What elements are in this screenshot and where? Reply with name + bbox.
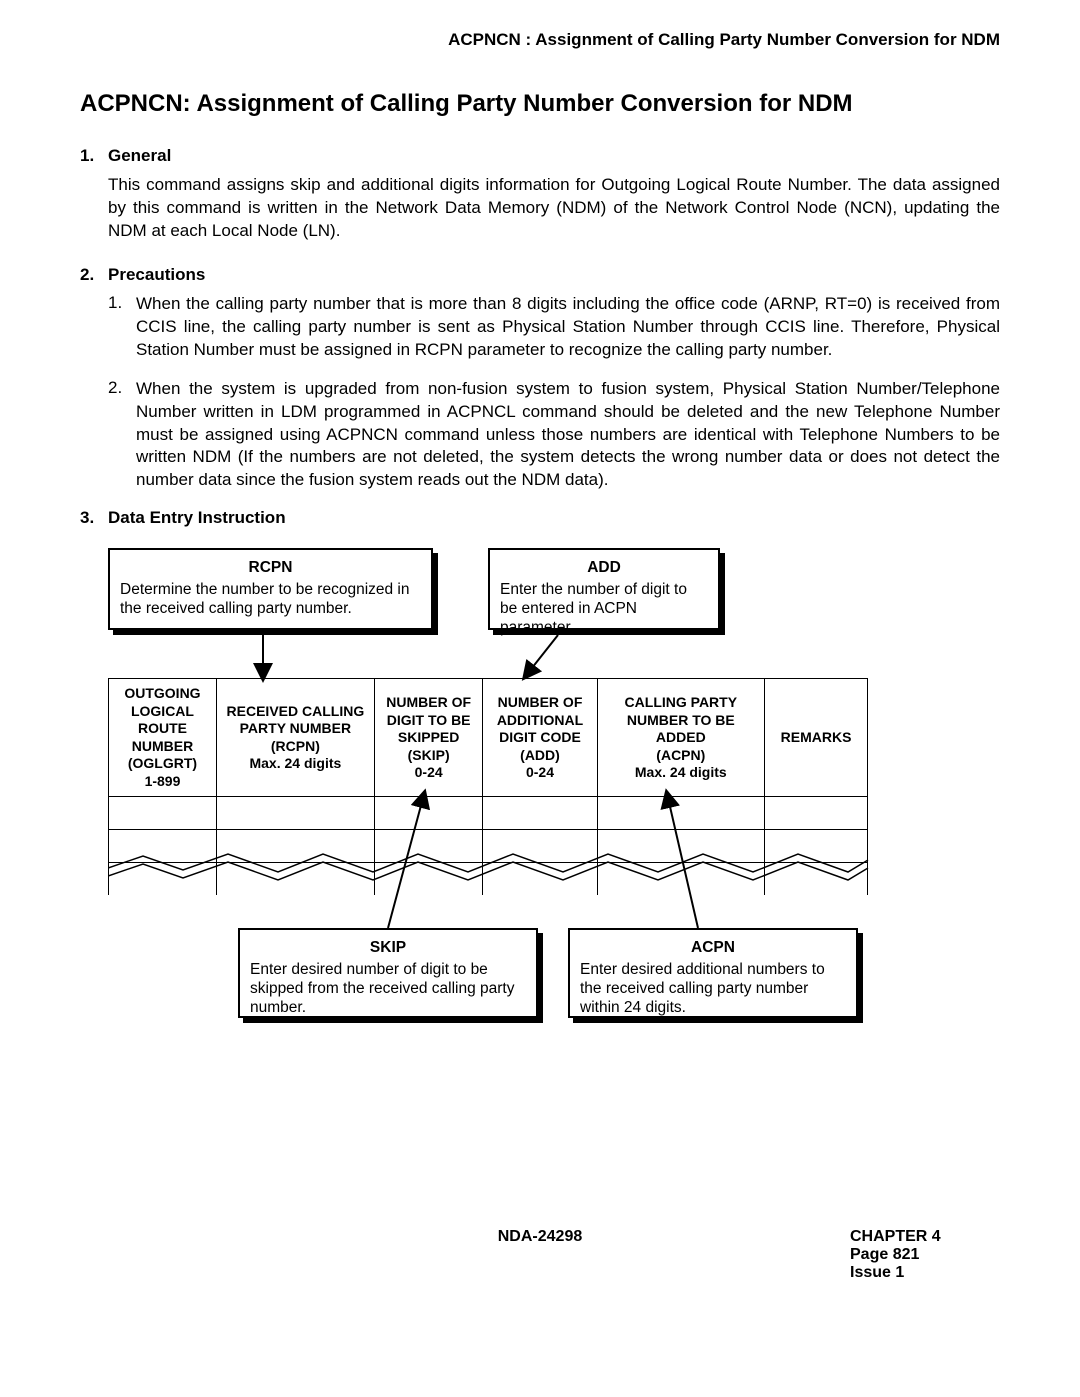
section2-num: 2.	[80, 265, 108, 285]
data-entry-diagram: RCPN Determine the number to be recogniz…	[108, 548, 978, 1108]
section3-label: Data Entry Instruction	[108, 508, 286, 528]
callout-add: ADD Enter the number of digit to be ente…	[488, 548, 720, 630]
footer-issue: Issue 1	[850, 1264, 1000, 1282]
callout-add-text: Enter the number of digit to be entered …	[500, 580, 708, 638]
th-remarks: REMARKS	[765, 679, 868, 797]
section1-num: 1.	[80, 146, 108, 166]
callout-acpn: ACPN Enter desired additional numbers to…	[568, 928, 858, 1018]
callout-rcpn: RCPN Determine the number to be recogniz…	[108, 548, 433, 630]
callout-acpn-title: ACPN	[580, 938, 846, 957]
footer-chapter: CHAPTER 4	[850, 1228, 1000, 1246]
precaution2-text: When the system is upgraded from non-fus…	[136, 378, 1000, 493]
precaution1-num: 1.	[108, 293, 136, 362]
param-table: OUTGOINGLOGICALROUTENUMBER(OGLGRT)1-899 …	[108, 678, 868, 895]
section1-text: This command assigns skip and additional…	[108, 174, 1000, 243]
callout-add-title: ADD	[500, 558, 708, 577]
precaution1-text: When the calling party number that is mo…	[136, 293, 1000, 362]
running-title: ACPNCN : Assignment of Calling Party Num…	[80, 30, 1000, 50]
section3-num: 3.	[80, 508, 108, 528]
th-rcpn: RECEIVED CALLINGPARTY NUMBER(RCPN)Max. 2…	[216, 679, 374, 797]
th-oglgrt: OUTGOINGLOGICALROUTENUMBER(OGLGRT)1-899	[109, 679, 217, 797]
th-add: NUMBER OFADDITIONALDIGIT CODE(ADD)0-24	[483, 679, 597, 797]
th-acpn: CALLING PARTYNUMBER TO BE ADDED(ACPN)Max…	[597, 679, 765, 797]
callout-rcpn-title: RCPN	[120, 558, 421, 577]
th-skip: NUMBER OFDIGIT TO BESKIPPED(SKIP)0-24	[374, 679, 483, 797]
section1-label: General	[108, 146, 171, 166]
page-footer: NDA-24298 CHAPTER 4 Page 821 Issue 1	[80, 1228, 1000, 1282]
precaution2-num: 2.	[108, 378, 136, 493]
callout-skip-title: SKIP	[250, 938, 526, 957]
footer-page: Page 821	[850, 1246, 1000, 1264]
callout-skip: SKIP Enter desired number of digit to be…	[238, 928, 538, 1018]
callout-skip-text: Enter desired number of digit to be skip…	[250, 960, 526, 1018]
section2-label: Precautions	[108, 265, 205, 285]
callout-rcpn-text: Determine the number to be recognized in…	[120, 580, 421, 619]
footer-docnum: NDA-24298	[230, 1228, 850, 1282]
callout-acpn-text: Enter desired additional numbers to the …	[580, 960, 846, 1018]
page-title: ACPNCN: Assignment of Calling Party Numb…	[80, 90, 1000, 118]
